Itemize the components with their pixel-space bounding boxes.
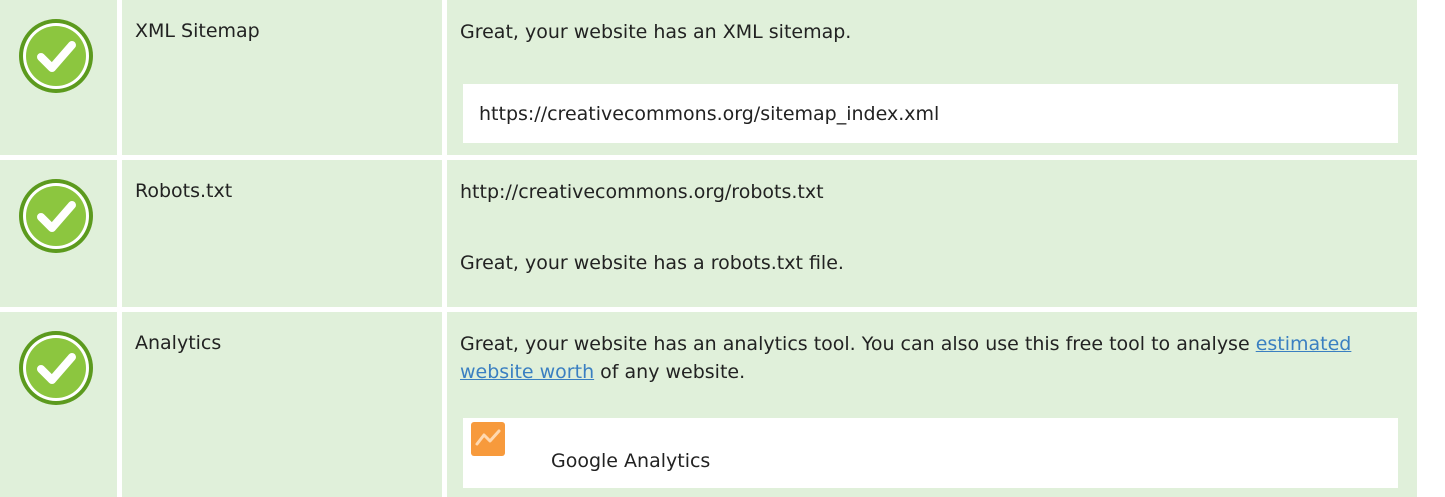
analytics-tool-box: Google Analytics [463,418,1398,488]
check-circle-icon [19,331,93,405]
status-cell [0,0,117,155]
check-name-cell: Robots.txt [122,160,442,307]
sitemap-url-box: https://creativecommons.org/sitemap_inde… [463,84,1398,143]
check-circle-icon [19,19,93,93]
check-name-cell: XML Sitemap [122,0,442,155]
check-name-cell: Analytics [122,312,442,497]
check-result-cell: Great, your website has an analytics too… [447,312,1417,497]
status-cell [0,312,117,497]
analytics-tool-name: Google Analytics [551,450,711,472]
google-analytics-icon [471,422,505,456]
sitemap-url: https://creativecommons.org/sitemap_inde… [479,103,940,125]
result-message-start: Great, your website has an analytics too… [460,333,1256,355]
result-message-end: of any website. [594,361,746,383]
check-name: Analytics [135,332,222,354]
check-circle-icon [19,179,93,253]
result-message: Great, your website has a robots.txt fil… [460,252,844,274]
check-result-cell: http://creativecommons.org/robots.txt Gr… [447,160,1417,307]
check-name: Robots.txt [135,180,233,202]
status-cell [0,160,117,307]
seo-results-table: XML Sitemap Great, your website has an X… [0,0,1445,497]
robots-url: http://creativecommons.org/robots.txt [460,181,824,203]
row-xml-sitemap: XML Sitemap Great, your website has an X… [0,0,1445,155]
result-message: Great, your website has an XML sitemap. [460,21,852,43]
result-message: Great, your website has an analytics too… [460,330,1395,386]
check-result-cell: Great, your website has an XML sitemap. … [447,0,1417,155]
row-analytics: Analytics Great, your website has an ana… [0,312,1445,497]
row-robots-txt: Robots.txt http://creativecommons.org/ro… [0,160,1445,307]
check-name: XML Sitemap [135,20,260,42]
